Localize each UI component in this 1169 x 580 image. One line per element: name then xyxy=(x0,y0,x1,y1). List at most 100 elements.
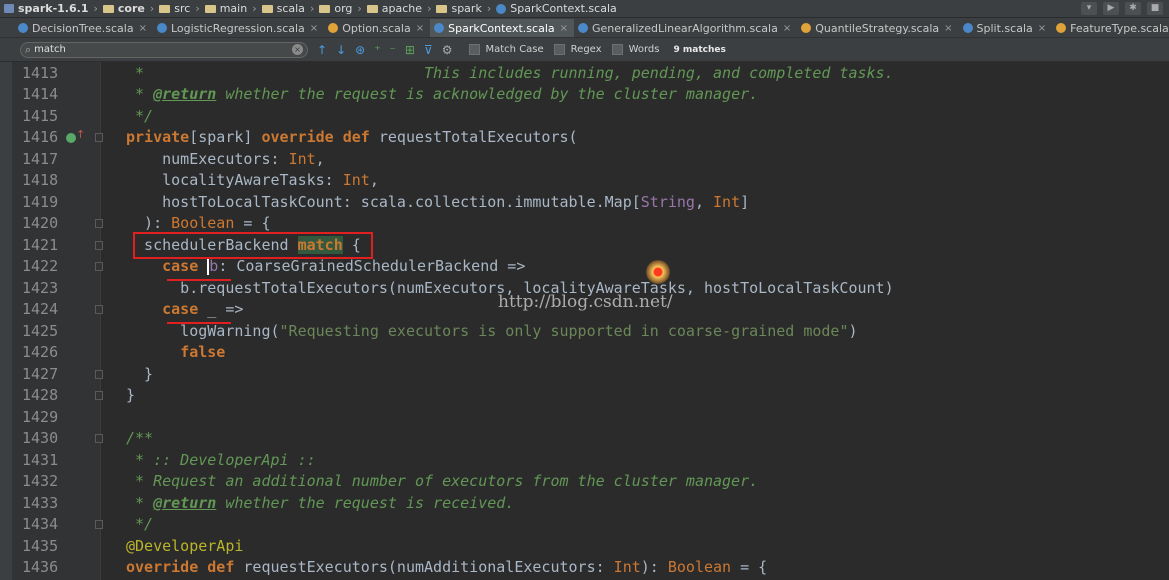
tool-window-strip xyxy=(0,62,12,580)
code-line: * @return whether the request is acknowl… xyxy=(126,85,759,103)
folder-icon xyxy=(204,4,216,13)
tab-split[interactable]: Split.scala × xyxy=(959,19,1053,37)
line-number: 1418 xyxy=(22,171,59,189)
tab-featuretype[interactable]: FeatureType.scala× xyxy=(1052,19,1169,37)
scala-object-icon xyxy=(1056,23,1067,33)
folder-icon xyxy=(261,4,273,13)
close-icon[interactable]: × xyxy=(944,23,952,34)
search-icon[interactable]: ⌕ xyxy=(25,43,31,57)
breadcrumb-item-src[interactable]: src › xyxy=(159,2,200,15)
add-selection-icon[interactable]: ⁺ xyxy=(374,43,380,57)
implementation-icon[interactable] xyxy=(66,133,76,143)
search-input[interactable] xyxy=(34,44,292,55)
line-number: 1428 xyxy=(22,386,59,404)
code-line: */ xyxy=(126,515,154,533)
fold-icon[interactable] xyxy=(95,391,103,400)
next-occurrence-icon[interactable]: ↓ xyxy=(336,43,346,57)
tab-option[interactable]: Option.scala × xyxy=(324,19,430,37)
line-number: 1427 xyxy=(22,365,59,383)
annotation-underline xyxy=(167,322,231,324)
breadcrumb-item-scala[interactable]: scala › xyxy=(261,2,314,15)
line-number: 1415 xyxy=(22,107,59,125)
close-icon[interactable]: × xyxy=(783,23,791,34)
scala-file-icon xyxy=(434,23,445,33)
line-number: 1423 xyxy=(22,279,59,297)
find-all-icon[interactable]: ⊛ xyxy=(355,43,365,57)
code-line: @DeveloperApi xyxy=(126,537,244,555)
close-icon[interactable]: × xyxy=(310,23,318,34)
settings-icon[interactable]: ⚙ xyxy=(442,43,453,57)
tab-quantilestrategy[interactable]: QuantileStrategy.scala × xyxy=(797,19,958,37)
code-editor[interactable]: 1413 1414 1415 1416 1417 1418 1419 1420 … xyxy=(0,62,1169,580)
fold-icon[interactable] xyxy=(95,305,103,314)
filter-icon[interactable]: ⊽ xyxy=(424,43,433,57)
scala-file-icon xyxy=(578,23,589,33)
project-icon xyxy=(4,4,14,13)
fold-icon[interactable] xyxy=(95,219,103,228)
checkbox-box[interactable] xyxy=(553,44,565,55)
scala-object-icon xyxy=(801,23,812,33)
folder-icon xyxy=(102,4,114,13)
close-icon[interactable]: × xyxy=(416,23,424,34)
overrides-arrow-icon[interactable]: ↑ xyxy=(76,128,85,141)
run-icon[interactable]: ▶ xyxy=(1103,2,1119,15)
remove-selection-icon[interactable]: ⁻ xyxy=(390,43,396,57)
scala-file-icon xyxy=(156,23,167,33)
previous-occurrence-icon[interactable]: ↑ xyxy=(317,43,327,57)
words-checkbox[interactable]: Words xyxy=(611,44,660,55)
code-line: * Request an additional number of execut… xyxy=(126,472,759,490)
line-number: 1424 xyxy=(22,300,59,318)
line-number: 1431 xyxy=(22,451,59,469)
scala-file-icon xyxy=(496,3,507,14)
breadcrumb-item-org[interactable]: org › xyxy=(319,2,362,15)
fold-icon[interactable] xyxy=(95,262,103,271)
line-number: 1433 xyxy=(22,494,59,512)
match-case-checkbox[interactable]: Match Case xyxy=(468,44,544,55)
code-line: * :: DeveloperApi :: xyxy=(126,451,316,469)
matches-count: 9 matches xyxy=(673,44,726,55)
run-config-dropdown[interactable]: ▾ xyxy=(1081,2,1097,15)
debug-icon[interactable]: ✱ xyxy=(1125,2,1141,15)
code-line: * @return whether the request is receive… xyxy=(126,494,515,512)
fold-icon[interactable] xyxy=(95,133,103,142)
tab-sparkcontext[interactable]: SparkContext.scala × xyxy=(430,19,575,37)
code-line: hostToLocalTaskCount: scala.collection.i… xyxy=(126,193,750,211)
fold-icon[interactable] xyxy=(95,241,103,250)
annotation-underline xyxy=(167,279,231,281)
checkbox-box[interactable] xyxy=(468,44,480,55)
breadcrumb: spark-1.6.1 › core › src › main › scala › org… xyxy=(0,0,1169,18)
tab-logisticregression[interactable]: LogisticRegression.scala × xyxy=(153,19,324,37)
breadcrumb-item-apache[interactable]: apache › xyxy=(366,2,431,15)
code-line: logWarning("Requesting executors is only… xyxy=(126,322,858,340)
folder-icon xyxy=(366,4,378,13)
line-number: 1432 xyxy=(22,472,59,490)
tab-generalizedlinearalgorithm[interactable]: GeneralizedLinearAlgorithm.scala × xyxy=(574,19,797,37)
mouse-pointer-highlight xyxy=(646,260,670,284)
scala-object-icon xyxy=(328,23,339,33)
fold-icon[interactable] xyxy=(95,370,103,379)
folder-icon xyxy=(159,4,171,13)
breadcrumb-item-main[interactable]: main › xyxy=(204,2,257,15)
breadcrumb-item-core[interactable]: core › xyxy=(102,2,154,15)
fold-icon[interactable] xyxy=(95,520,103,529)
checkbox-box[interactable] xyxy=(611,44,623,55)
breadcrumb-item-project[interactable]: spark-1.6.1 › xyxy=(4,2,98,15)
breadcrumb-item-file[interactable]: SparkContext.scala xyxy=(496,2,617,15)
clear-search-icon[interactable]: × xyxy=(292,44,303,55)
folder-icon xyxy=(436,4,448,13)
close-icon[interactable]: × xyxy=(1038,23,1046,34)
tab-decisiontree[interactable]: DecisionTree.scala × xyxy=(14,19,153,37)
code-line: numExecutors: Int, xyxy=(126,150,325,168)
folder-icon xyxy=(319,4,331,13)
select-all-occurrences-icon[interactable]: ⊞ xyxy=(405,43,415,57)
fold-icon[interactable] xyxy=(95,434,103,443)
close-icon[interactable]: × xyxy=(139,23,147,34)
code-line: localityAwareTasks: Int, xyxy=(126,171,379,189)
regex-checkbox[interactable]: Regex xyxy=(553,44,602,55)
breadcrumb-item-spark[interactable]: spark › xyxy=(436,2,491,15)
code-line: } xyxy=(126,365,154,383)
code-line: * This includes running, pending, and co… xyxy=(126,64,894,82)
close-icon[interactable]: × xyxy=(560,23,568,34)
code-line: */ xyxy=(126,107,154,125)
stop-icon[interactable]: ■ xyxy=(1147,2,1163,15)
